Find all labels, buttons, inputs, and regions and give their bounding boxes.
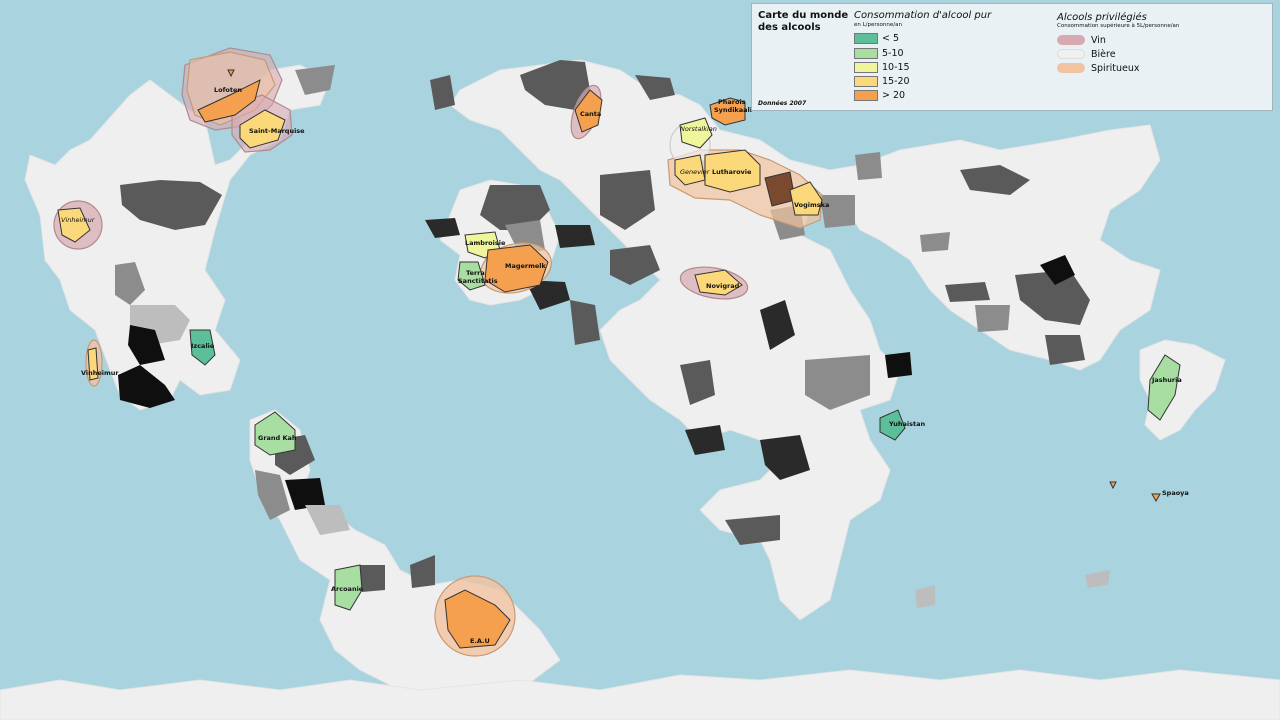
label-lutharovie: Lutharovie [712,168,752,176]
label-izcalie: Izcalie [191,342,215,350]
consumption-swatch-2 [854,48,878,59]
consumption-swatch-1 [854,33,878,44]
consumption-swatch-4 [854,76,878,87]
alcohol-label-spirits: Spiritueux [1091,62,1140,74]
label-yuhaistan: Yuhaistan [888,420,925,428]
consumption-label-2: 5-10 [882,48,904,59]
label-jashuria: Jashuria [1151,376,1182,384]
alcohol-label-beer: Bière [1091,48,1116,60]
consumption-unit: en L/personne/an [854,22,902,28]
legend-title: Carte du monde des alcools [758,10,849,33]
map-legend: Carte du monde des alcools Données 2007 … [751,3,1273,111]
label-norstalkian: Norstalkian [680,125,717,133]
consumption-label-1: < 5 [882,33,900,44]
label-genevier: Genevier [680,168,711,176]
label-canta: Canta [580,110,601,118]
consumption-row-3: 10-15 [854,61,910,74]
label-grand-kah: Grand Kah [258,434,297,442]
consumption-label-5: > 20 [882,90,906,101]
consumption-label-4: 15-20 [882,76,910,87]
label-lofoten: Lofoten [214,86,242,94]
alcohol-label-wine: Vin [1091,34,1106,46]
consumption-label-3: 10-15 [882,62,910,73]
consumption-row-5: > 20 [854,89,905,102]
wine-swatch [1057,35,1085,45]
beer-swatch [1057,49,1085,59]
legend-date: Données 2007 [758,100,807,107]
alcohol-row-spirits: Spiritueux [1057,62,1139,74]
label-vinheimur-north: Vinheimur [61,216,96,224]
label-magermelk: Magermelk [505,262,547,270]
alcohol-row-wine: Vin [1057,34,1106,46]
label-eau: E.A.U [470,637,490,645]
consumption-row-2: 5-10 [854,47,904,60]
label-arcoanie: Arcoanie [331,585,364,593]
consumption-row-1: < 5 [854,32,899,45]
label-sanctitatis: Sanctitatis [458,277,498,285]
label-syndikaali: Syndikaali [714,106,752,114]
alcohol-subtitle: Consommation supérieure à 5L/personne/an [1057,23,1180,29]
alcohol-row-beer: Bière [1057,48,1116,60]
alcohol-title: Alcools privilégiés [1057,12,1147,23]
consumption-title: Consommation d'alcool pur [854,10,992,21]
consumption-row-4: 15-20 [854,75,910,88]
consumption-swatch-5 [854,90,878,101]
label-lambroisie: Lambroisie [465,239,506,247]
label-pharois: Pharois [718,98,746,106]
label-spaoya: Spaoya [1162,489,1189,497]
label-novigrad: Novigrad [706,282,740,290]
consumption-swatch-3 [854,62,878,73]
label-vogimska: Vogimska [794,201,829,209]
label-terra: Terra [466,269,485,277]
label-saint-marquise: Saint-Marquise [249,127,305,135]
label-vinheimur-south: Vinheimur [81,369,119,377]
spirits-swatch [1057,63,1085,73]
